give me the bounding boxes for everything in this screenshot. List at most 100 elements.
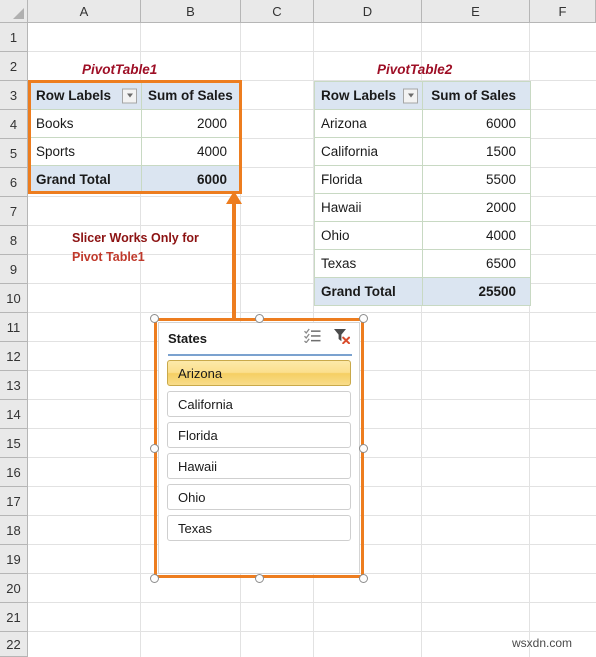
clear-filter-icon[interactable] (333, 328, 351, 349)
table-row: Grand Total 6000 (29, 165, 242, 194)
chevron-down-icon[interactable] (122, 88, 137, 103)
slicer-item-california[interactable]: California (167, 391, 351, 417)
pivot2-row-value[interactable]: 5500 (422, 165, 531, 194)
slicer-item-florida[interactable]: Florida (167, 422, 351, 448)
slicer-states[interactable]: States Arizona California Florida Hawaii… (158, 322, 360, 574)
column-header-d[interactable]: D (314, 0, 422, 23)
row-header-8[interactable]: 8 (0, 226, 28, 255)
resize-handle-top-right[interactable] (359, 314, 368, 323)
column-header-c[interactable]: C (241, 0, 314, 23)
row-header-17[interactable]: 17 (0, 487, 28, 516)
chevron-down-icon[interactable] (403, 88, 418, 103)
pivot2-row-label[interactable]: Florida (314, 165, 423, 194)
pivot1-grand-total-value[interactable]: 6000 (141, 165, 242, 194)
pivot1-row-value[interactable]: 2000 (141, 109, 242, 138)
row-header-19[interactable]: 19 (0, 545, 28, 574)
row-header-11[interactable]: 11 (0, 313, 28, 342)
pivot-table-1[interactable]: Row Labels Sum of Sales Books 2000 Sport… (29, 81, 242, 194)
grid-line-horizontal (28, 312, 596, 313)
slicer-item-ohio[interactable]: Ohio (167, 484, 351, 510)
pivot2-grand-total-value[interactable]: 25500 (422, 277, 531, 306)
pivot2-row-label[interactable]: Arizona (314, 109, 423, 138)
column-header-a[interactable]: A (28, 0, 141, 23)
row-header-22[interactable]: 22 (0, 632, 28, 657)
row-header-20[interactable]: 20 (0, 574, 28, 603)
slicer-item-arizona[interactable]: Arizona (167, 360, 351, 386)
pivot2-row-label[interactable]: Ohio (314, 221, 423, 250)
row-header-21[interactable]: 21 (0, 603, 28, 632)
table-row: Sports 4000 (29, 137, 242, 166)
select-all-triangle-icon (13, 8, 24, 19)
row-header-15[interactable]: 15 (0, 429, 28, 458)
multi-select-icon[interactable] (304, 328, 321, 348)
pivot-table-2[interactable]: Row Labels Sum of Sales Arizona 6000 Cal… (314, 81, 531, 306)
callout-arrow-head-icon (226, 191, 242, 204)
resize-handle-middle-right[interactable] (359, 444, 368, 453)
table-row: Arizona 6000 (314, 109, 531, 138)
row-header-1[interactable]: 1 (0, 23, 28, 52)
pivot2-row-label[interactable]: Texas (314, 249, 423, 278)
table-row: Row Labels Sum of Sales (29, 81, 242, 110)
row-header-9[interactable]: 9 (0, 255, 28, 284)
pivot2-header-row-labels[interactable]: Row Labels (314, 81, 423, 110)
column-header-e[interactable]: E (422, 0, 530, 23)
table-row: California 1500 (314, 137, 531, 166)
row-header-6[interactable]: 6 (0, 168, 28, 197)
resize-handle-middle-left[interactable] (150, 444, 159, 453)
select-all-corner[interactable] (0, 0, 28, 23)
row-header-18[interactable]: 18 (0, 516, 28, 545)
slicer-header-divider (168, 354, 352, 356)
pivot2-row-label[interactable]: Hawaii (314, 193, 423, 222)
resize-handle-bottom-center[interactable] (255, 574, 264, 583)
grid-line-horizontal (28, 602, 596, 603)
pivot1-header-row-labels[interactable]: Row Labels (29, 81, 142, 110)
resize-handle-top-left[interactable] (150, 314, 159, 323)
slicer-item-list: Arizona California Florida Hawaii Ohio T… (159, 353, 359, 541)
row-header-13[interactable]: 13 (0, 371, 28, 400)
pivot1-row-label[interactable]: Books (29, 109, 142, 138)
annotation-line-2: Pivot Table1 (72, 250, 145, 264)
annotation-line-1: Slicer Works Only for (72, 231, 199, 245)
row-header-12[interactable]: 12 (0, 342, 28, 371)
row-header-7[interactable]: 7 (0, 197, 28, 226)
slicer-item-hawaii[interactable]: Hawaii (167, 453, 351, 479)
slicer-title: States (168, 330, 208, 346)
row-header-3[interactable]: 3 (0, 81, 28, 110)
resize-handle-top-center[interactable] (255, 314, 264, 323)
callout-arrow-shaft (232, 203, 236, 320)
watermark: wsxdn.com (512, 636, 573, 650)
pivot2-row-value[interactable]: 4000 (422, 221, 531, 250)
pivot2-row-value[interactable]: 6500 (422, 249, 531, 278)
column-header-f[interactable]: F (530, 0, 596, 23)
table-row: Grand Total 25500 (314, 277, 531, 306)
pivot2-grand-total-label[interactable]: Grand Total (314, 277, 423, 306)
row-header-2[interactable]: 2 (0, 52, 28, 81)
row-header-10[interactable]: 10 (0, 284, 28, 313)
pivot1-row-label[interactable]: Sports (29, 137, 142, 166)
resize-handle-bottom-right[interactable] (359, 574, 368, 583)
table-row: Row Labels Sum of Sales (314, 81, 531, 110)
slicer-header: States (159, 323, 359, 353)
resize-handle-bottom-left[interactable] (150, 574, 159, 583)
row-header-5[interactable]: 5 (0, 139, 28, 168)
pivot-table-1-title: PivotTable1 (82, 62, 158, 77)
pivot2-row-value[interactable]: 6000 (422, 109, 531, 138)
table-row: Hawaii 2000 (314, 193, 531, 222)
slicer-item-texas[interactable]: Texas (167, 515, 351, 541)
pivot-table-2-title: PivotTable2 (377, 62, 453, 77)
row-header-16[interactable]: 16 (0, 458, 28, 487)
column-header-b[interactable]: B (141, 0, 241, 23)
row-header-4[interactable]: 4 (0, 110, 28, 139)
pivot1-row-value[interactable]: 4000 (141, 137, 242, 166)
annotation-callout: Slicer Works Only for Pivot Table1 (72, 229, 199, 267)
table-row: Books 2000 (29, 109, 242, 138)
pivot2-row-label[interactable]: California (314, 137, 423, 166)
pivot1-header-sum-of-sales[interactable]: Sum of Sales (141, 81, 242, 110)
pivot2-header-sum-of-sales[interactable]: Sum of Sales (422, 81, 531, 110)
excel-worksheet: A B C D E F 1 2 3 4 5 6 7 8 9 10 11 12 1… (0, 0, 596, 657)
pivot2-row-value[interactable]: 2000 (422, 193, 531, 222)
table-row: Texas 6500 (314, 249, 531, 278)
pivot2-row-value[interactable]: 1500 (422, 137, 531, 166)
pivot1-grand-total-label[interactable]: Grand Total (29, 165, 142, 194)
row-header-14[interactable]: 14 (0, 400, 28, 429)
